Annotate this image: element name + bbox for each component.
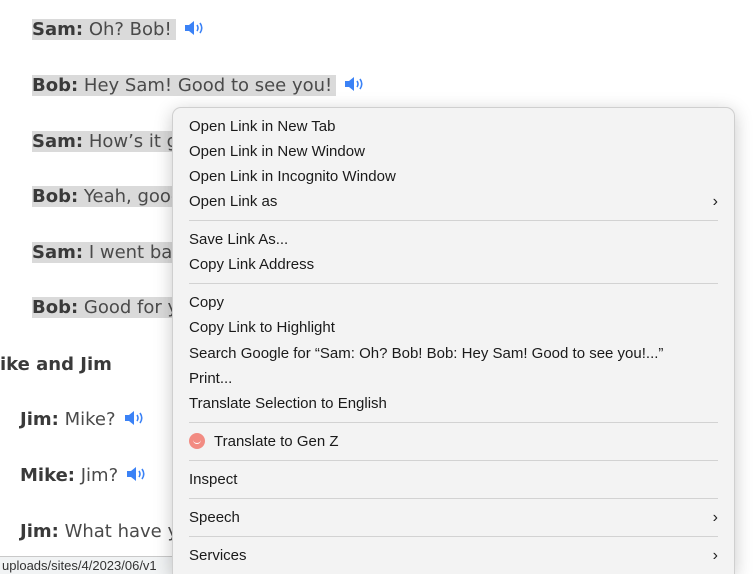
menu-separator xyxy=(189,498,718,499)
dialogue-line[interactable]: Jim: What have yo xyxy=(20,517,189,546)
line-text: Hey Sam! Good to see you! xyxy=(83,75,333,96)
context-menu: Open Link in New Tab Open Link in New Wi… xyxy=(172,107,735,574)
menu-item-label: Copy Link Address xyxy=(189,256,315,273)
menu-separator xyxy=(189,460,718,461)
menu-copy-link-to-highlight[interactable]: Copy Link to Highlight xyxy=(173,315,734,340)
line-text: Mike? xyxy=(64,409,116,430)
menu-item-label: Speech xyxy=(189,509,240,526)
section-title: ike and Jim xyxy=(0,354,112,375)
menu-item-label: Inspect xyxy=(189,471,238,488)
menu-item-label: Open Link in Incognito Window xyxy=(189,168,396,185)
menu-separator xyxy=(189,220,718,221)
menu-copy[interactable]: Copy xyxy=(173,290,734,315)
menu-open-link-incognito[interactable]: Open Link in Incognito Window xyxy=(173,164,734,189)
dialogue-line[interactable]: Sam: Oh? Bob! xyxy=(32,15,206,44)
menu-item-label: Print... xyxy=(189,370,233,387)
dialogue-line[interactable]: Bob: Yeah, good. xyxy=(32,182,193,211)
menu-item-label: Translate Selection to English xyxy=(189,395,387,412)
speaker-icon[interactable] xyxy=(126,465,148,483)
menu-item-label: Search Google for “Sam: Oh? Bob! Bob: He… xyxy=(189,345,664,362)
menu-separator xyxy=(189,536,718,537)
chevron-right-icon: › xyxy=(712,509,718,526)
speaker-name: Sam: xyxy=(32,19,84,40)
speaker-name: Bob: xyxy=(32,186,79,207)
menu-search-google[interactable]: Search Google for “Sam: Oh? Bob! Bob: He… xyxy=(173,341,734,366)
gen-z-extension-icon xyxy=(189,433,205,449)
menu-open-link-new-tab[interactable]: Open Link in New Tab xyxy=(173,114,734,139)
speaker-name: Bob: xyxy=(32,75,79,96)
menu-print[interactable]: Print... xyxy=(173,366,734,391)
menu-separator xyxy=(189,283,718,284)
menu-separator xyxy=(189,422,718,423)
dialogue-line[interactable]: Mike: Jim? xyxy=(20,461,148,490)
menu-save-link-as[interactable]: Save Link As... xyxy=(173,227,734,252)
menu-item-label: Services xyxy=(189,547,247,564)
menu-translate-gen-z[interactable]: Translate to Gen Z xyxy=(173,429,734,454)
menu-open-link-new-window[interactable]: Open Link in New Window xyxy=(173,139,734,164)
speaker-name: Jim: xyxy=(20,409,59,430)
speaker-icon[interactable] xyxy=(184,19,206,37)
speaker-icon[interactable] xyxy=(124,409,146,427)
speaker-name: Jim: xyxy=(20,521,59,542)
line-text: Jim? xyxy=(80,465,119,486)
menu-item-label: Open Link in New Window xyxy=(189,143,365,160)
line-text: Oh? Bob! xyxy=(88,19,172,40)
menu-speech[interactable]: Speech › xyxy=(173,505,734,530)
speaker-icon[interactable] xyxy=(344,75,366,93)
menu-services[interactable]: Services › xyxy=(173,543,734,568)
menu-inspect[interactable]: Inspect xyxy=(173,467,734,492)
line-text: What have yo xyxy=(64,521,190,542)
speaker-name: Sam: xyxy=(32,242,84,263)
menu-copy-link-address[interactable]: Copy Link Address xyxy=(173,252,734,277)
chevron-right-icon: › xyxy=(712,547,718,564)
dialogue-line[interactable]: Bob: Good for yo xyxy=(32,293,194,322)
dialogue-line[interactable]: Bob: Hey Sam! Good to see you! xyxy=(32,71,366,100)
menu-item-label: Open Link as xyxy=(189,193,278,210)
menu-item-label: Translate to Gen Z xyxy=(214,433,339,450)
menu-item-label: Open Link in New Tab xyxy=(189,118,336,135)
speaker-name: Bob: xyxy=(32,297,79,318)
menu-item-label: Copy Link to Highlight xyxy=(189,319,335,336)
link-status-url: uploads/sites/4/2023/06/v1 xyxy=(0,556,181,574)
chevron-right-icon: › xyxy=(712,193,718,210)
dialogue-line[interactable]: Sam: How’s it go xyxy=(32,127,194,156)
menu-item-label: Copy xyxy=(189,294,225,311)
speaker-name: Sam: xyxy=(32,131,84,152)
dialogue-line[interactable]: Jim: Mike? xyxy=(20,405,146,434)
menu-item-label: Save Link As... xyxy=(189,231,289,248)
speaker-name: Mike: xyxy=(20,465,75,486)
menu-open-link-as[interactable]: Open Link as › xyxy=(173,189,734,214)
menu-translate-selection[interactable]: Translate Selection to English xyxy=(173,391,734,416)
